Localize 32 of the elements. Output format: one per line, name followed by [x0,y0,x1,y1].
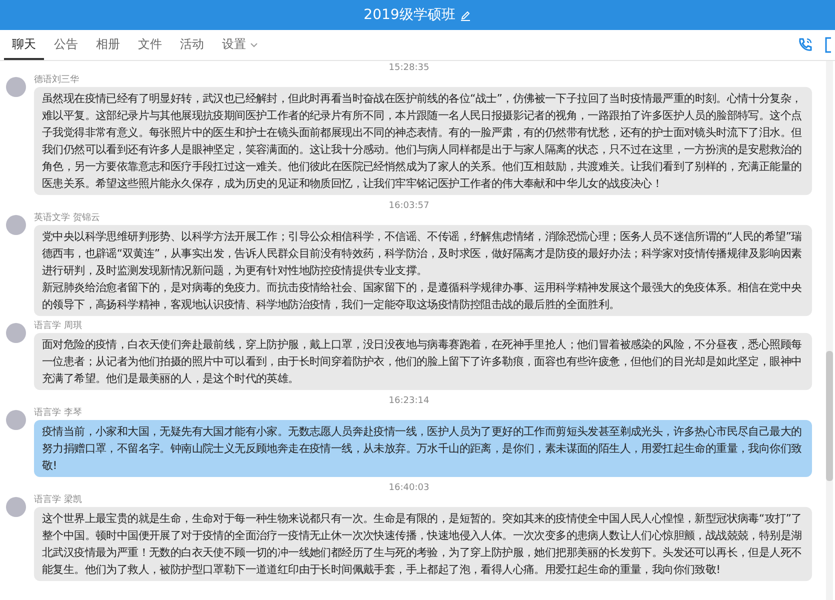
message-paragraph: 新冠肺炎给治愈者留下的，是对病毒的免疫力。而抗击疫情给社会、国家留下的，是遵循科学规律办事、运用科学精神发展这个最强大的免疫体系。相信在党中央的领导下，高扬科学精神，客观地认识疫情、科学地防治疫情，我们一定能夺取这场疫情防控阻击战的最后胜的全面胜利。 [42,280,803,313]
message-bubble[interactable]: 面对危险的疫情，白衣天使们奔赴最前线，穿上防护服，戴上口罩，没日没夜地与病毒赛跑着，在死神手里抢人；他们冒着被感染的风险，不分昼夜，悉心照顾每一位患者；从记者为他们拍摄的照片中可以看到，由于长时间穿着防护衣，他们的脸上留下了许多勒痕，面容也有些许疲惫，但他们的目光却是如此坚定，眼神中充满了希望。他们是最美丽的人，是这个时代的英雄。 [34,333,812,390]
tab[interactable]: 公告 [46,30,86,60]
tab[interactable]: 聊天 [4,30,44,60]
tab[interactable]: 活动 [172,30,212,60]
avatar [6,77,26,97]
sender-name: 语言学 周琪 [34,320,83,333]
sender-name: 德语刘三华 [34,74,80,87]
sender-name: 语言学 李琴 [34,407,83,420]
tab[interactable]: 文件 [130,30,170,60]
message-bubble[interactable]: 虽然现在疫情已经有了明显好转，武汉也已经解封，但此时再看当时奋战在医护前线的各位“战士”，仿佛被一下子拉回了当时疫情最严重的时刻。心情十分复杂，难以平复。这部纪录片与其他展现抗疫期间医护工作者的纪录片有所不同，本片跟随一名人民日报摄影记者的视角，一路跟拍了许多医护人员的脸部特写。这个点子我觉得非常有意义。每张照片中的医生和护士在镜头面前都展现出不同的神态表情。有的一脸严肃，有的仍然带有忧愁，还有的护士面对镜头时流下了泪水。但我们仍然可以看到还有许多人是眼神坚定，笑容满面的。这让我十分感动。他们与病人同样都是出于与家人隔离的状态，只不过在这里，一方扮演的是安慰救治的角色，另一方要依靠意志和医疗手段扛过这一难关。他们彼此在医院已经悄然成为了家人的关系。他们互相鼓励，共渡难关。让我们看到了别样的，充满正能量的医患关系。希望这些照片能永久保存，成为历史的见证和物质回忆，让我们牢牢铭记医护工作者的伟大奉献和中华儿女的战疫决心！ [34,87,812,195]
window-title: 2019级学硕班 [364,6,456,24]
timestamp: 16:40:03 [388,482,430,494]
timestamp: 15:28:35 [388,62,430,74]
avatar [6,323,26,343]
tab[interactable]: 相册 [88,30,128,60]
scrollbar-thumb[interactable] [826,351,833,481]
avatar [6,215,26,235]
message-bubble[interactable]: 这个世界上最宝贵的就是生命，生命对于每一种生物来说都只有一次。生命是有限的，是短暂的。突如其来的疫情使全中国人民人心惶惶，新型冠状病毒“攻打”了整个中国。顿时中国便开展了对于疫情的全面治疗一疫情无止休一次次快速传播，快速地侵入人体。一次次变多的患病人数让人们心惊胆颤，战战兢兢，特别是湖北武汉疫情最为严重！无数的白衣天使不顾一切的冲一线她们都经历了生与死的考验，为了穿上防护服，她们把那美丽的长发剪下。头发还可以再长，但是人死不能复生。他们为了救人，被防护型口罩勒下一道道红印由于长时间佩戴手套，手上都起了泡，看得人心痛。用爱扛起生命的重量，我向你们致敬! [34,507,812,581]
avatar [6,497,26,517]
window-icon[interactable] [825,37,831,53]
message-bubble[interactable]: 疫情当前，小家和大国，无疑先有大国才能有小家。无数志愿人员奔赴疫情一线，医护人员为了更好的工作而剪短头发甚至剃成光头，许多热心市民尽自己最大的努力捐赠口罩，不留名字。钟南山院士义无反顾地奔走在疫情一线，从未放弃。万水千山的距离，是你们，素未谋面的陌生人，用爱扛起生命的重量，我向你们致敬! [34,420,812,477]
phone-icon[interactable] [797,37,813,53]
pencil-icon[interactable] [460,10,472,20]
sender-name: 英语文学 贺锦云 [34,212,101,225]
timestamp: 16:23:14 [388,395,430,407]
tab[interactable]: 设置 [214,30,266,60]
timestamp: 16:03:57 [388,200,430,212]
message-paragraph: 党中央以科学思维研判形势、以科学方法开展工作；引导公众相信科学，不信谣、不传谣，纾解焦虑情绪，消除恐慌心理；医务人员不迷信所谓的“人民的希望”瑞德西韦，也辟谣“双黄连”，从事实出发，告诉人民群众目前没有特效药，科学防治，及时求医，做好隔离才是防疫的最好办法；科学家对疫情传播规律及影响因素进行研判，及时监测发现新情况新问题，为更有针对性地防控疫情提供专业支撑。 [42,229,803,279]
avatar [6,410,26,430]
scrollbar[interactable] [826,61,833,600]
sender-name: 语言学 梁凯 [34,494,83,507]
